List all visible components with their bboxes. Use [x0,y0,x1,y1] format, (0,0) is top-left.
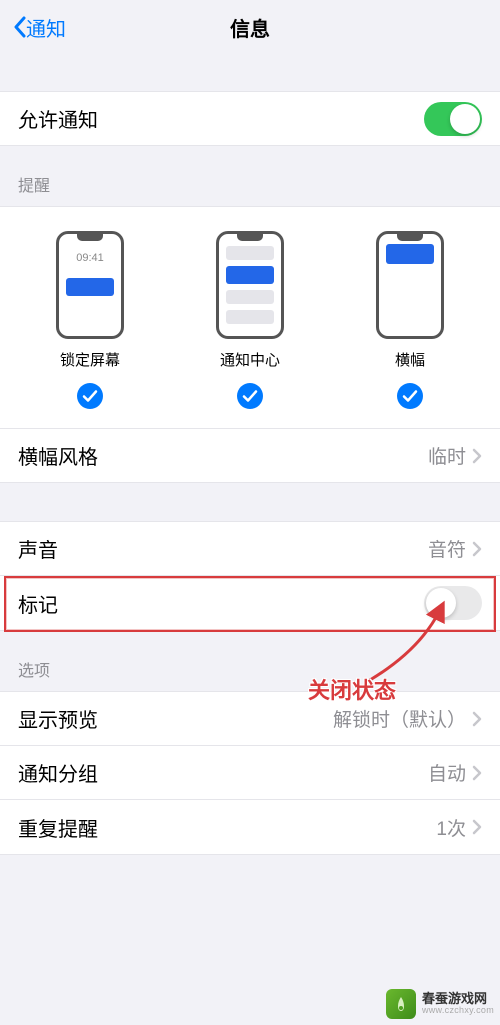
alerts-panel: 09:41 锁定屏幕 通知中心 横幅 [0,206,500,429]
notification-center-label: 通知中心 [220,349,280,370]
sound-value: 音符 [428,535,466,562]
chevron-right-icon [472,819,482,835]
lock-screen-option[interactable]: 09:41 锁定屏幕 [35,231,145,370]
alerts-header: 提醒 [0,146,500,206]
back-button[interactable]: 通知 [12,13,66,42]
chevron-right-icon [472,448,482,464]
chevron-right-icon [472,765,482,781]
allow-label: 允许通知 [18,104,98,133]
badge-toggle[interactable] [424,586,482,620]
lock-screen-icon: 09:41 [56,231,124,339]
back-label: 通知 [26,13,66,42]
annotation-highlight [4,576,496,632]
watermark: 春蚕游戏网 www.czchxy.com [386,989,494,1019]
chevron-right-icon [472,541,482,557]
badge-label: 标记 [18,589,58,618]
preview-value: 解锁时（默认） [333,705,466,732]
options-header: 选项 [0,631,500,691]
page-title: 信息 [0,13,500,42]
notification-center-option[interactable]: 通知中心 [195,231,305,370]
navigation-bar: 通知 信息 [0,0,500,54]
preview-row[interactable]: 显示预览 解锁时（默认） [0,692,500,746]
notification-center-icon [216,231,284,339]
lock-checked-icon[interactable] [76,382,104,410]
banner-checked-icon[interactable] [396,382,424,410]
watermark-icon [386,989,416,1019]
sound-row[interactable]: 声音 音符 [0,522,500,576]
allow-notifications-row: 允许通知 [0,92,500,146]
banner-icon [376,231,444,339]
chevron-right-icon [472,711,482,727]
nc-checked-icon[interactable] [236,382,264,410]
banner-style-row[interactable]: 横幅风格 临时 [0,429,500,483]
banner-label: 横幅 [395,349,425,370]
repeat-row[interactable]: 重复提醒 1次 [0,800,500,854]
banners-option[interactable]: 横幅 [355,231,465,370]
preview-label: 显示预览 [18,704,98,733]
grouping-row[interactable]: 通知分组 自动 [0,746,500,800]
badge-row: 标记 [0,576,500,630]
grouping-value: 自动 [428,759,466,786]
sound-label: 声音 [18,534,58,563]
watermark-url: www.czchxy.com [422,1006,494,1016]
lock-screen-label: 锁定屏幕 [60,349,120,370]
banner-style-label: 横幅风格 [18,441,98,470]
repeat-label: 重复提醒 [18,813,98,842]
repeat-value: 1次 [436,814,466,841]
grouping-label: 通知分组 [18,758,98,787]
watermark-title: 春蚕游戏网 [422,992,494,1006]
chevron-left-icon [12,16,26,38]
allow-toggle[interactable] [424,102,482,136]
banner-style-value: 临时 [428,442,466,469]
